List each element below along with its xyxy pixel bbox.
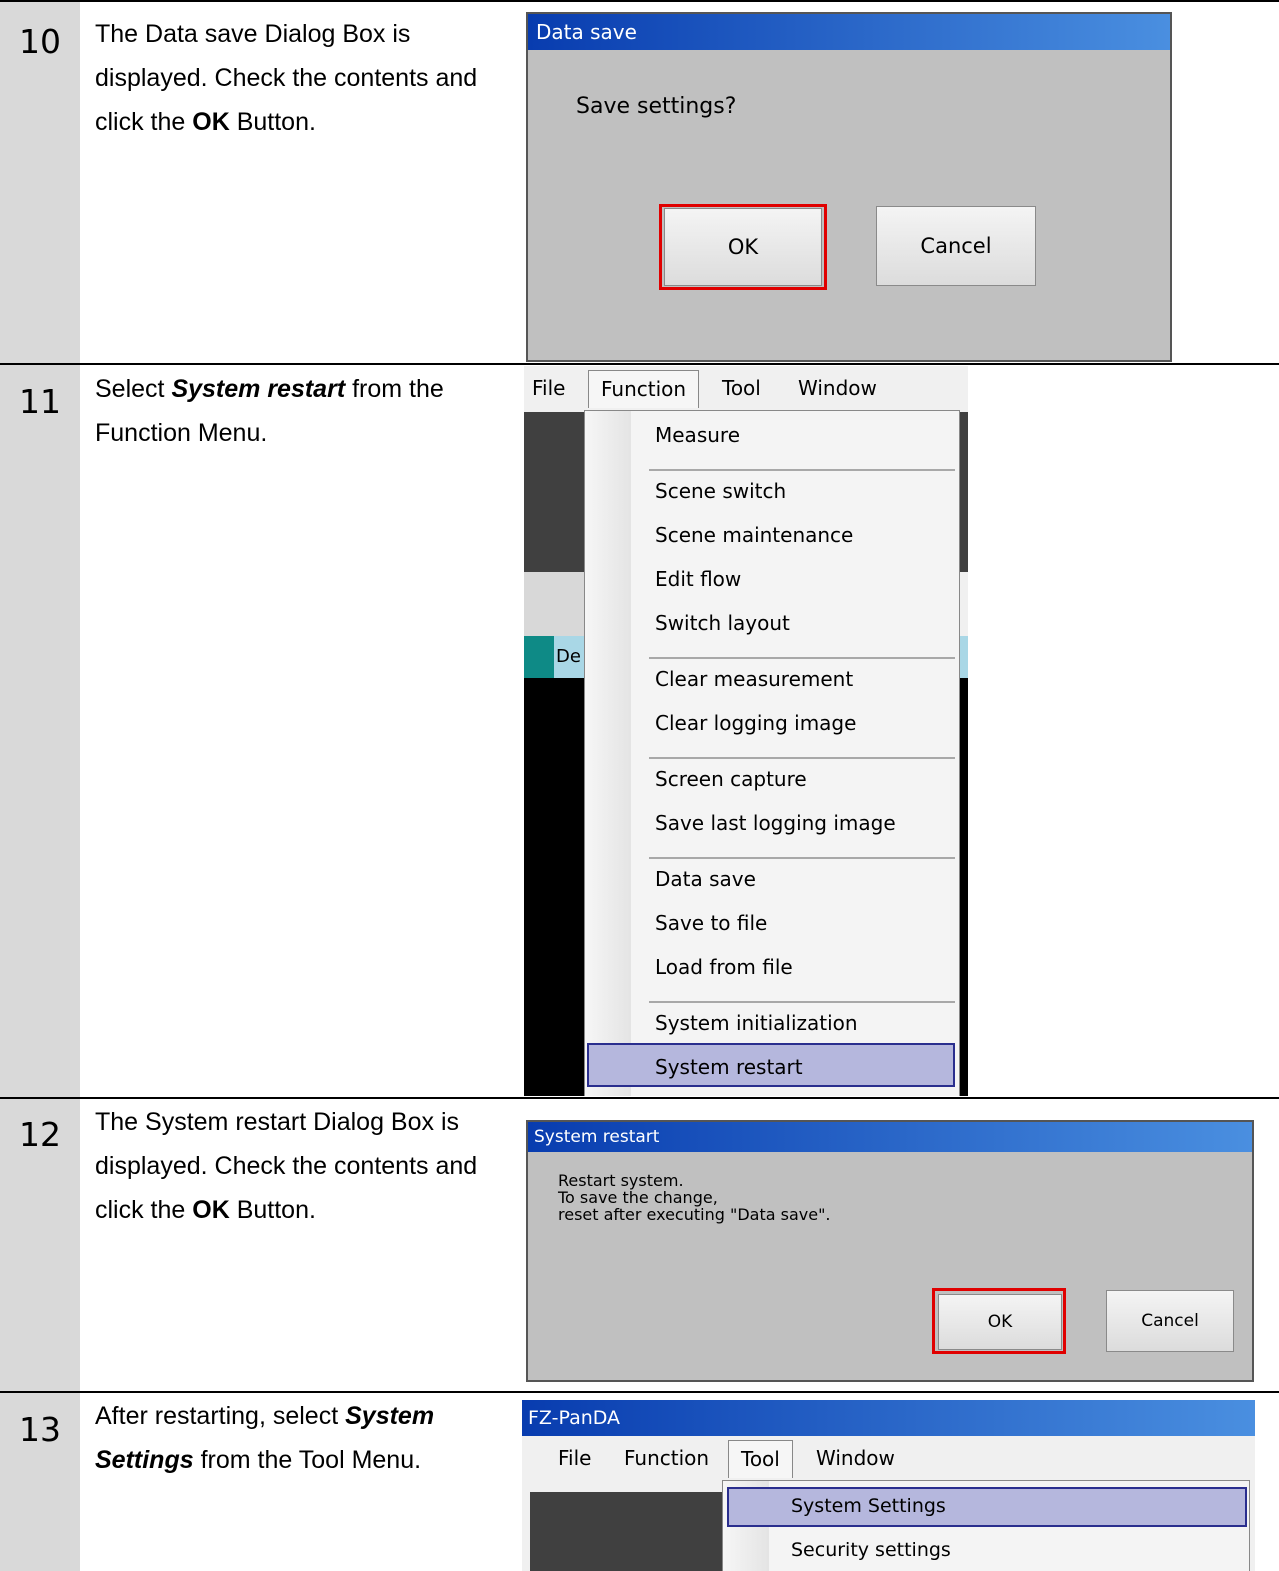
menu-item-security-settings[interactable]: Security settings (791, 1539, 951, 1561)
menu-item-clear-measurement[interactable]: Clear measurement (655, 667, 853, 691)
description-text: After restarting, select (95, 1402, 346, 1430)
description-text: from the Tool Menu. (193, 1446, 422, 1474)
menu-item-screen-capture[interactable]: Screen capture (655, 767, 807, 791)
step-description: After restarting, select System Settings… (95, 1394, 495, 1482)
menu-tool[interactable]: Tool (728, 1440, 793, 1478)
row-divider (0, 1097, 1279, 1099)
menu-item-system-restart[interactable]: System restart (655, 1055, 803, 1079)
menu-function[interactable]: Function (624, 1446, 709, 1470)
description-text: Button. (229, 1196, 316, 1224)
step-number: 13 (19, 1410, 61, 1449)
highlight-box (932, 1288, 1066, 1354)
row-divider (0, 0, 1279, 2)
system-restart-dialog: System restart Restart system. To save t… (526, 1120, 1254, 1382)
menu-window[interactable]: Window (798, 376, 877, 400)
menu-item-save-last-logging-image[interactable]: Save last logging image (655, 811, 896, 835)
menu-item-system-initialization[interactable]: System initialization (655, 1011, 858, 1035)
dialog-message: Save settings? (576, 94, 737, 119)
teal-block (524, 636, 554, 678)
step-description: The System restart Dialog Box is display… (95, 1100, 510, 1232)
menu-item-scene-switch[interactable]: Scene switch (655, 479, 786, 503)
menu-separator (649, 857, 955, 859)
menu-file[interactable]: File (558, 1446, 591, 1470)
menu-item-system-settings[interactable]: System Settings (791, 1495, 946, 1517)
step-number: 12 (19, 1115, 61, 1154)
fz-panda-window: FZ-PanDA File Function Tool Window Syste… (522, 1400, 1255, 1571)
data-save-dialog: Data save Save settings? OK Cancel (526, 12, 1172, 362)
menu-bar: File Function Tool Window (524, 366, 968, 412)
function-menu-screenshot: De File Function Tool Window Measure Scen… (524, 366, 968, 1096)
step-description: The Data save Dialog Box is displayed. C… (95, 12, 510, 144)
menu-window[interactable]: Window (816, 1446, 895, 1470)
background-panel (530, 1492, 722, 1571)
dialog-message: Restart system. To save the change, rese… (558, 1172, 831, 1223)
step-number-cell (0, 365, 80, 1097)
description-text: Select (95, 375, 172, 403)
background-panel (960, 636, 968, 678)
function-dropdown: Measure Scene switch Scene maintenance Edit… (584, 410, 960, 1096)
emphasized-text: OK (192, 1196, 230, 1224)
background-panel (524, 678, 584, 1096)
emphasized-text: OK (192, 108, 230, 136)
menu-item-scene-maintenance[interactable]: Scene maintenance (655, 523, 853, 547)
menu-item-measure[interactable]: Measure (655, 423, 740, 447)
menu-item-edit-flow[interactable]: Edit flow (655, 567, 741, 591)
message-line: To save the change, (558, 1188, 718, 1207)
menu-separator (649, 469, 955, 471)
row-divider (0, 363, 1279, 365)
background-panel (524, 572, 584, 636)
row-divider (0, 1391, 1279, 1393)
background-panel (960, 678, 968, 1096)
window-title: FZ-PanDA (522, 1400, 1255, 1436)
menu-item-switch-layout[interactable]: Switch layout (655, 611, 790, 635)
menu-item-load-from-file[interactable]: Load from file (655, 955, 793, 979)
menu-separator (649, 757, 955, 759)
dialog-title: Data save (528, 14, 1170, 50)
menu-item-save-to-file[interactable]: Save to file (655, 911, 767, 935)
menu-gutter (585, 411, 631, 1096)
menu-file[interactable]: File (532, 376, 565, 400)
description-text: Button. (229, 108, 316, 136)
highlight-box (659, 204, 827, 290)
menu-item-data-save[interactable]: Data save (655, 867, 756, 891)
background-panel (524, 412, 584, 572)
cancel-button[interactable]: Cancel (876, 206, 1036, 286)
menu-separator (649, 1001, 955, 1003)
menu-function[interactable]: Function (588, 370, 700, 408)
background-panel (960, 412, 968, 572)
menu-tool[interactable]: Tool (722, 376, 761, 400)
cancel-button[interactable]: Cancel (1106, 1290, 1234, 1352)
step-description: Select System restart from the Function … (95, 367, 510, 455)
menu-bar: File Function Tool Window (522, 1436, 1255, 1480)
step-number: 11 (19, 382, 61, 421)
emphasized-text: System restart (171, 375, 346, 403)
tool-dropdown: System Settings Security settings (722, 1480, 1250, 1571)
menu-item-clear-logging-image[interactable]: Clear logging image (655, 711, 856, 735)
partial-label: De (554, 636, 584, 678)
message-line: Restart system. (558, 1171, 684, 1190)
step-number: 10 (19, 22, 61, 61)
dialog-title: System restart (528, 1122, 1252, 1152)
menu-separator (649, 657, 955, 659)
message-line: reset after executing "Data save". (558, 1205, 831, 1224)
